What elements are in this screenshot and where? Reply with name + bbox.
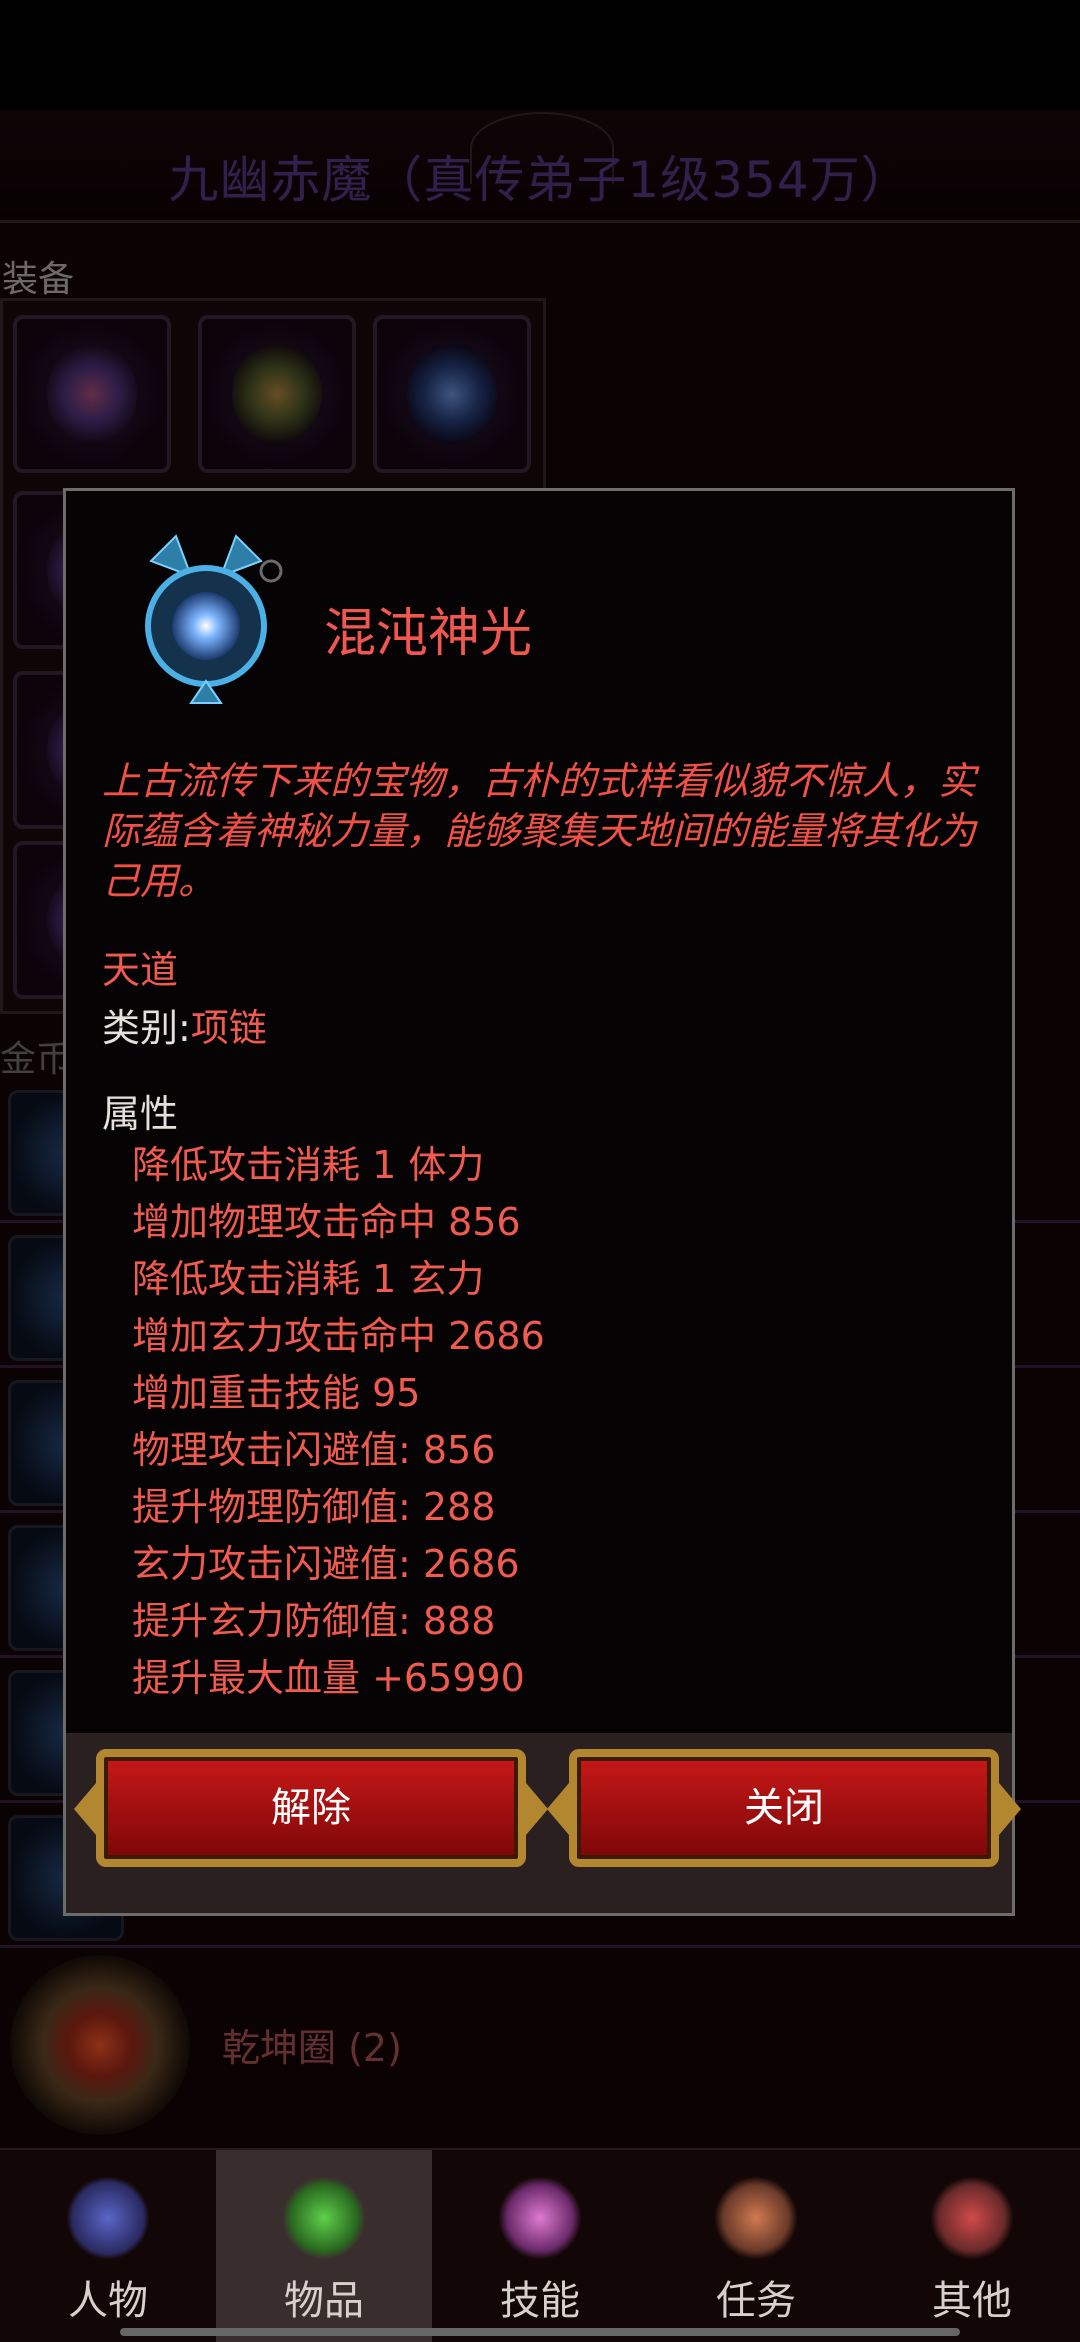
attribute-line: 降低攻击消耗 1 玄力 xyxy=(132,1257,485,1301)
tab-other[interactable]: 其他 xyxy=(864,2150,1080,2342)
type-key: 类别: xyxy=(102,1006,191,1050)
home-indicator xyxy=(120,2328,960,2336)
tab-label: 人物 xyxy=(68,2278,148,2324)
tab-label: 其他 xyxy=(932,2278,1012,2324)
item-name: 混沌神光 xyxy=(324,604,533,664)
item-type: 类别:项链 xyxy=(102,997,267,1052)
attribute-line: 提升物理防御值: 288 xyxy=(132,1485,496,1529)
tab-label: 技能 xyxy=(500,2278,580,2324)
tab-character[interactable]: 人物 xyxy=(0,2150,216,2342)
attribute-line: 降低攻击消耗 1 体力 xyxy=(132,1143,485,1187)
character-icon xyxy=(66,2176,150,2260)
dialog-button-bar: 解除 关闭 xyxy=(66,1733,1021,1913)
attribute-line: 增加重击技能 95 xyxy=(132,1371,421,1415)
type-value: 项链 xyxy=(190,1006,267,1050)
skill-orb-icon xyxy=(498,2176,582,2260)
close-button[interactable]: 关闭 xyxy=(547,1749,1021,1867)
quest-icon xyxy=(714,2176,798,2260)
necklace-icon xyxy=(121,531,291,711)
tab-skills[interactable]: 技能 xyxy=(432,2150,648,2342)
tab-items[interactable]: 物品 xyxy=(216,2150,432,2342)
attribute-line: 提升玄力防御值: 888 xyxy=(132,1599,496,1643)
attribute-line: 增加物理攻击命中 856 xyxy=(132,1200,521,1244)
bottom-nav: 人物 物品 技能 任务 其他 xyxy=(0,2148,1080,2342)
attributes-header: 属性 xyxy=(102,1092,179,1136)
attribute-line: 物理攻击闪避值: 856 xyxy=(132,1428,496,1472)
item-description: 上古流传下来的宝物，古朴的式样看似貌不惊人，实际蕴含着神秘力量，能够聚集天地间的… xyxy=(102,759,977,903)
attributes-list: 降低攻击消耗 1 体力 增加物理攻击命中 856 降低攻击消耗 1 玄力 增加玄… xyxy=(132,1137,545,1707)
tab-label: 物品 xyxy=(284,2278,364,2324)
misc-icon xyxy=(930,2176,1014,2260)
status-bar xyxy=(0,0,1080,110)
unequip-button[interactable]: 解除 xyxy=(74,1749,548,1867)
attribute-line: 玄力攻击闪避值: 2686 xyxy=(132,1542,520,1586)
item-grade: 天道 xyxy=(102,948,179,992)
potion-icon xyxy=(282,2176,366,2260)
attribute-line: 增加玄力攻击命中 2686 xyxy=(132,1314,545,1358)
attribute-line: 提升最大血量 +65990 xyxy=(132,1656,525,1700)
tab-label: 任务 xyxy=(716,2278,796,2324)
tab-quests[interactable]: 任务 xyxy=(648,2150,864,2342)
item-detail-dialog: 混沌神光 上古流传下来的宝物，古朴的式样看似貌不惊人，实际蕴含着神秘力量，能够聚… xyxy=(63,488,1021,1916)
